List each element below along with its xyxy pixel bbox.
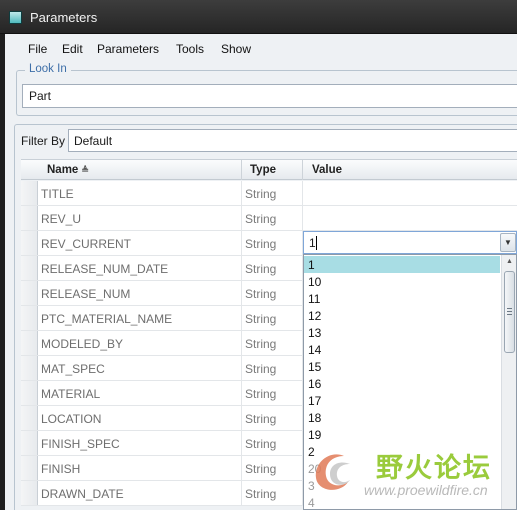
row-header[interactable] (21, 381, 38, 405)
row-header[interactable] (21, 231, 38, 255)
cell-divider (241, 306, 242, 330)
look-in-combo[interactable]: Part (22, 84, 517, 108)
value-dropdown-list[interactable]: 1 10 11 12 13 14 15 16 17 18 19 2 20 3 4 ▲ (303, 254, 517, 510)
dropdown-option[interactable]: 11 (304, 290, 500, 307)
row-header[interactable] (21, 256, 38, 280)
table-row[interactable]: REV_U String (21, 206, 517, 231)
sort-ascending-icon: ≜ (81, 165, 89, 175)
column-divider[interactable] (302, 160, 303, 180)
row-header[interactable] (21, 431, 38, 455)
column-divider[interactable] (241, 160, 242, 180)
dropdown-option[interactable]: 18 (304, 409, 500, 426)
cell-divider (241, 481, 242, 505)
cell-divider (241, 331, 242, 355)
dropdown-option[interactable]: 19 (304, 426, 500, 443)
menu-edit[interactable]: Edit (62, 42, 83, 56)
cell-divider (241, 281, 242, 305)
cell-divider (241, 256, 242, 280)
dropdown-option[interactable]: 16 (304, 375, 500, 392)
row-header[interactable] (21, 356, 38, 380)
parameter-name-cell[interactable]: MODELED_BY (41, 337, 123, 351)
parameter-type-cell[interactable]: String (245, 362, 276, 376)
value-combo-text[interactable]: 1 (309, 236, 316, 250)
parameter-type-cell[interactable]: String (245, 262, 276, 276)
parameter-name-cell[interactable]: DRAWN_DATE (41, 487, 124, 501)
row-header[interactable] (21, 456, 38, 480)
parameter-type-cell[interactable]: String (245, 312, 276, 326)
parameter-type-cell[interactable]: String (245, 462, 276, 476)
dropdown-option[interactable]: 14 (304, 341, 500, 358)
table-header: Name ≜ Type Value (21, 159, 517, 180)
parameter-name-cell[interactable]: TITLE (41, 187, 74, 201)
column-header-value[interactable]: Value (312, 164, 342, 176)
dropdown-arrow-button[interactable]: ▼ (500, 233, 516, 252)
cell-divider (302, 206, 303, 230)
parameter-name-cell[interactable]: REV_U (41, 212, 81, 226)
text-caret (316, 236, 317, 250)
scrollbar-thumb[interactable] (504, 271, 515, 353)
parameter-name-cell[interactable]: PTC_MATERIAL_NAME (41, 312, 172, 326)
row-header[interactable] (21, 481, 38, 505)
parameter-name-cell[interactable]: MAT_SPEC (41, 362, 105, 376)
cell-divider (241, 206, 242, 230)
dropdown-option[interactable]: 2 (304, 443, 500, 460)
parameter-type-cell[interactable]: String (245, 387, 276, 401)
parameter-type-cell[interactable]: String (245, 487, 276, 501)
parameter-type-cell[interactable]: String (245, 412, 276, 426)
cell-divider (241, 431, 242, 455)
dropdown-option[interactable]: 3 (304, 477, 500, 494)
cell-divider (241, 181, 242, 205)
row-header[interactable] (21, 281, 38, 305)
row-header[interactable] (21, 406, 38, 430)
row-header[interactable] (21, 306, 38, 330)
parameter-name-cell[interactable]: MATERIAL (41, 387, 100, 401)
dropdown-option[interactable]: 10 (304, 273, 500, 290)
dropdown-option[interactable]: 1 (304, 256, 500, 273)
look-in-label: Look In (25, 63, 71, 75)
parameter-name-cell[interactable]: RELEASE_NUM_DATE (41, 262, 168, 276)
column-header-name[interactable]: Name ≜ (47, 164, 89, 176)
parameter-name-cell[interactable]: FINISH_SPEC (41, 437, 120, 451)
scroll-up-icon[interactable]: ▲ (506, 258, 513, 265)
dropdown-option[interactable]: 12 (304, 307, 500, 324)
parameter-name-cell[interactable]: REV_CURRENT (41, 237, 131, 251)
dropdown-option[interactable]: 4 (304, 494, 500, 509)
row-header[interactable] (21, 206, 38, 230)
app-icon (9, 11, 22, 24)
menu-tools[interactable]: Tools (176, 42, 204, 56)
cell-divider (241, 356, 242, 380)
cell-divider (241, 406, 242, 430)
filter-combo[interactable]: Default (68, 129, 517, 152)
menu-file[interactable]: File (28, 42, 47, 56)
menu-parameters[interactable]: Parameters (97, 42, 159, 56)
filter-label: Filter By (21, 134, 66, 148)
menu-bar: File Edit Parameters Tools Show (5, 34, 517, 64)
parameter-type-cell[interactable]: String (245, 287, 276, 301)
window-title-bar[interactable]: Parameters (0, 0, 517, 34)
cell-divider (241, 456, 242, 480)
cell-divider (302, 181, 303, 205)
row-header[interactable] (21, 331, 38, 355)
dropdown-option[interactable]: 15 (304, 358, 500, 375)
parameter-type-cell[interactable]: String (245, 187, 276, 201)
cell-divider (241, 381, 242, 405)
row-header[interactable] (21, 181, 38, 205)
menu-show[interactable]: Show (221, 42, 251, 56)
cell-divider (241, 231, 242, 255)
parameter-type-cell[interactable]: String (245, 437, 276, 451)
dropdown-option[interactable]: 13 (304, 324, 500, 341)
dropdown-option[interactable]: 17 (304, 392, 500, 409)
table-row[interactable]: TITLE String (21, 181, 517, 206)
column-header-type[interactable]: Type (250, 164, 276, 176)
look-in-group: Look In Part (16, 63, 517, 116)
parameter-type-cell[interactable]: String (245, 212, 276, 226)
window-title: Parameters (30, 10, 98, 25)
parameter-name-cell[interactable]: FINISH (41, 462, 80, 476)
parameter-name-cell[interactable]: LOCATION (41, 412, 101, 426)
parameter-name-cell[interactable]: RELEASE_NUM (41, 287, 130, 301)
dropdown-option[interactable]: 20 (304, 460, 500, 477)
value-combo[interactable]: 1 ▼ (303, 231, 517, 254)
parameter-type-cell[interactable]: String (245, 337, 276, 351)
parameter-type-cell[interactable]: String (245, 237, 276, 251)
